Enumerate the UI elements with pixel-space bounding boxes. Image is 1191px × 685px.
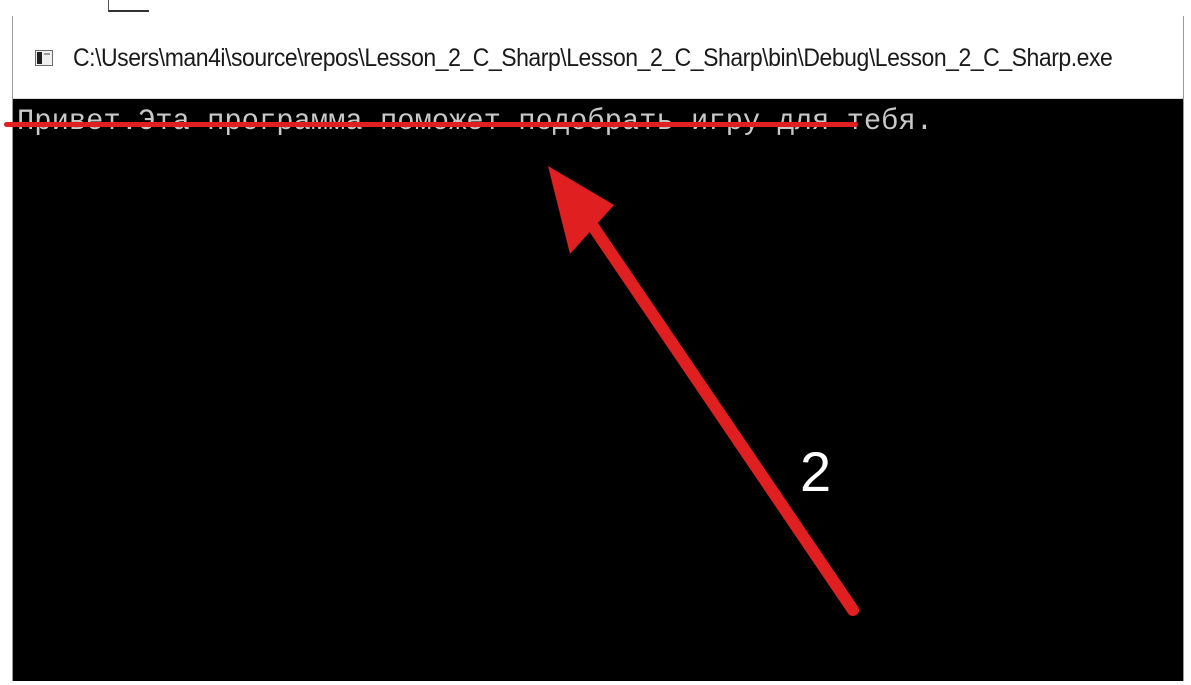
window-title: C:\Users\man4i\source\repos\Lesson_2_C_S…: [73, 44, 1113, 72]
background-window-fragment: [108, 0, 149, 12]
annotation-step-number: 2: [800, 440, 832, 503]
console-app-icon[interactable]: [35, 50, 53, 66]
console-window: C:\Users\man4i\source\repos\Lesson_2_C_S…: [12, 16, 1184, 681]
screenshot-frame: C:\Users\man4i\source\repos\Lesson_2_C_S…: [0, 0, 1191, 685]
console-output-area[interactable]: Привет.Эта программа поможет подобрать и…: [13, 99, 1183, 681]
background-window-edge: [0, 0, 1191, 16]
annotation-underline: [4, 122, 858, 127]
window-titlebar[interactable]: C:\Users\man4i\source\repos\Lesson_2_C_S…: [13, 16, 1183, 99]
